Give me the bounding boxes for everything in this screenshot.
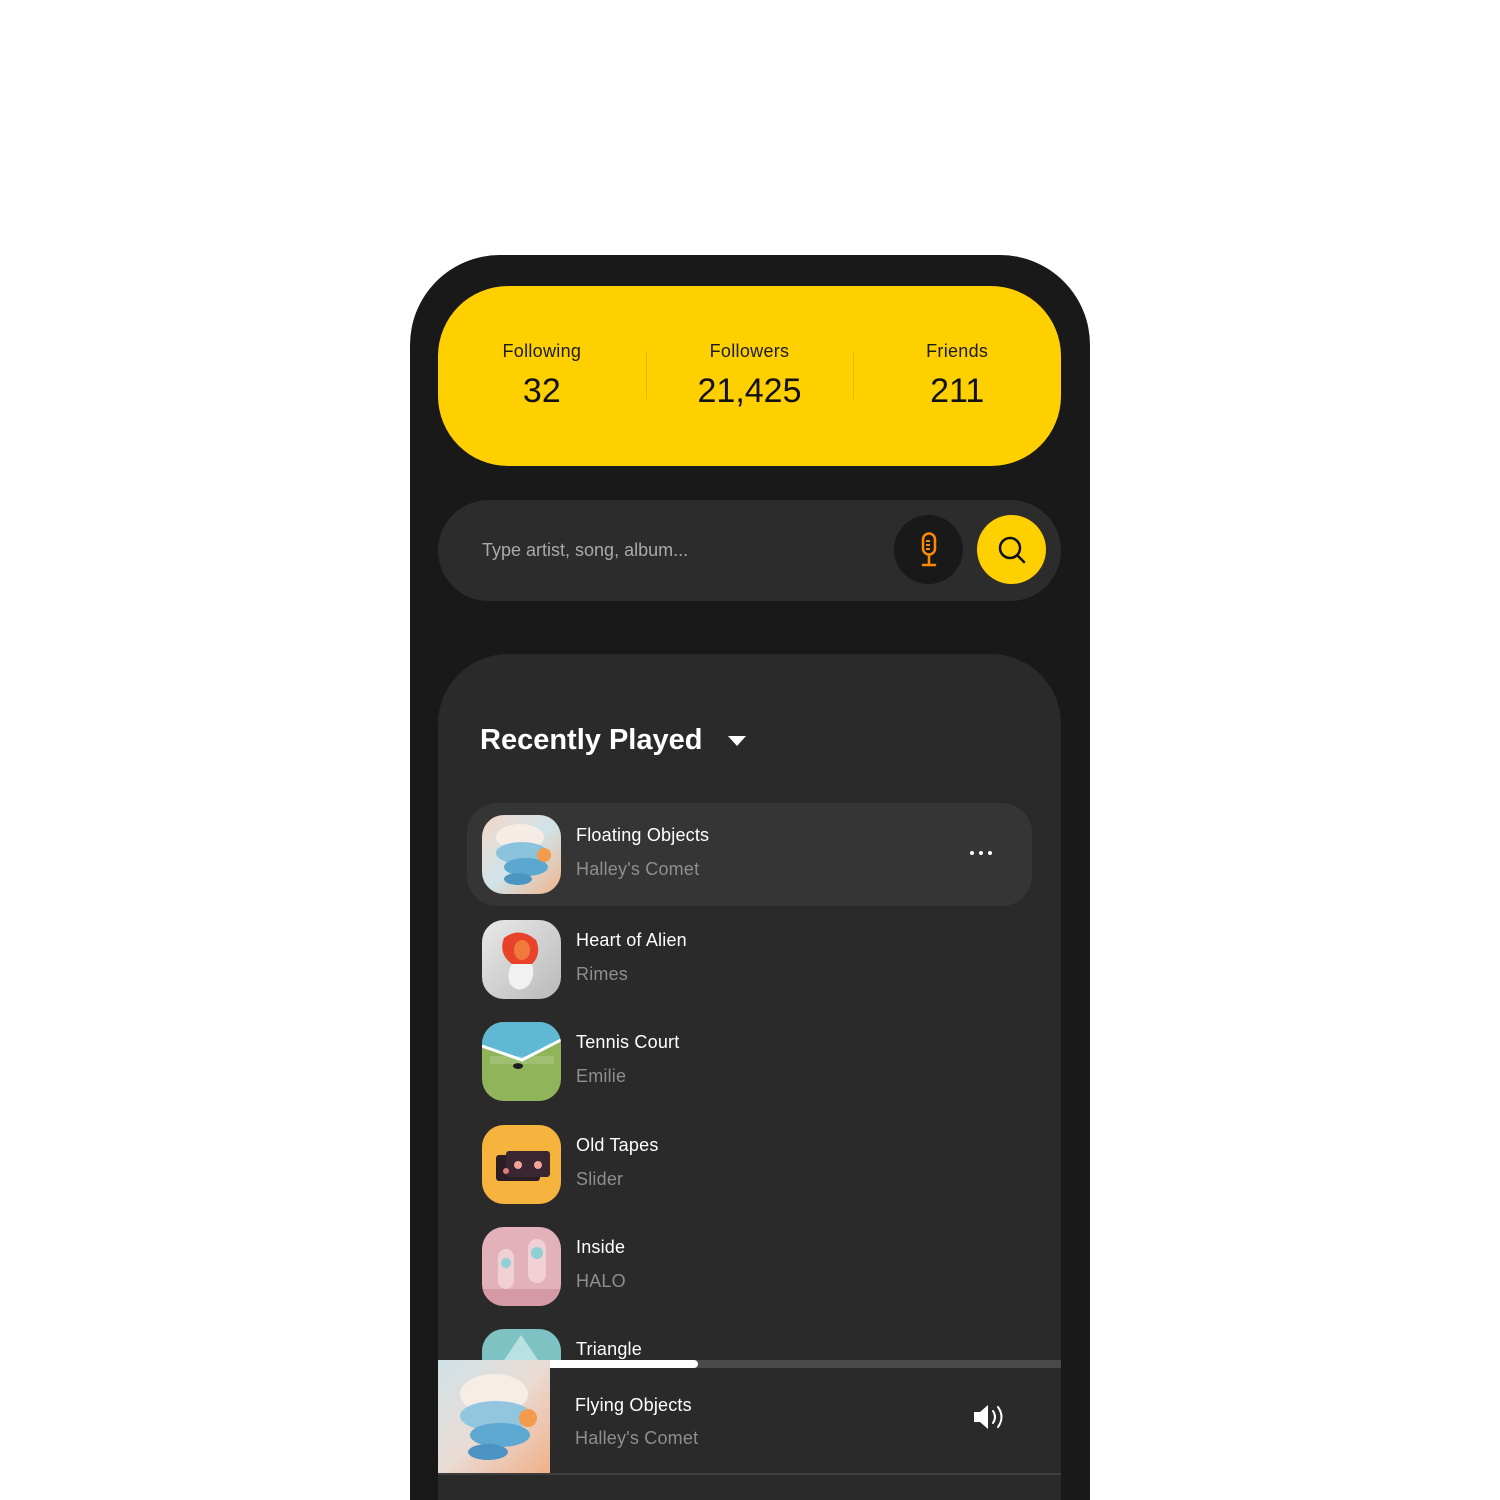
search-input[interactable] [480, 530, 884, 570]
inside-art [482, 1227, 561, 1306]
bottom-nav-area [438, 1475, 1061, 1500]
search-bar [438, 500, 1061, 601]
track-row[interactable]: Floating Objects Halley's Comet [467, 803, 1032, 906]
track-artist: Halley's Comet [576, 859, 700, 879]
now-playing-bar[interactable]: Flying Objects Halley's Comet [438, 1360, 1061, 1475]
stat-followers[interactable]: Followers 21,425 [645, 341, 854, 411]
stat-value: 21,425 [697, 372, 802, 410]
progress-fill [550, 1360, 699, 1368]
stat-friends[interactable]: Friends 211 [853, 341, 1061, 411]
track-title: Floating Objects [576, 825, 710, 845]
stat-label: Followers [709, 341, 790, 361]
volume-icon [974, 1405, 1003, 1429]
stat-label: Friends [926, 341, 989, 361]
heart-of-alien-art [482, 920, 561, 999]
now-playing-art [438, 1360, 550, 1473]
more-options-icon[interactable] [970, 851, 992, 855]
old-tapes-art [482, 1125, 561, 1204]
track-artist: Rimes [576, 964, 629, 984]
track-title: Inside [576, 1237, 626, 1257]
floating-objects-art [482, 815, 561, 894]
track-title: Old Tapes [576, 1135, 659, 1155]
track-artist: Slider [576, 1169, 624, 1189]
stat-following[interactable]: Following 32 [438, 341, 646, 411]
track-title: Heart of Alien [576, 930, 687, 950]
profile-stats-card: Following 32 Followers 21,425 Friends 21… [438, 286, 1061, 466]
track-row[interactable]: Old Tapes Slider [467, 1113, 1032, 1216]
stat-value: 211 [930, 372, 985, 410]
voice-search-button[interactable] [894, 515, 963, 584]
track-artist: Emilie [576, 1066, 627, 1086]
track-title: Triangle [576, 1339, 642, 1359]
search-button[interactable] [977, 515, 1046, 584]
section-title: Recently Played [480, 724, 703, 756]
tennis-court-art [482, 1022, 561, 1101]
now-playing-artist: Halley's Comet [575, 1428, 699, 1448]
stat-value: 32 [522, 372, 561, 410]
track-row[interactable]: Inside HALO [467, 1215, 1032, 1318]
track-row[interactable]: Heart of Alien Rimes [467, 908, 1032, 1011]
search-icon [998, 536, 1025, 563]
track-row[interactable]: Tennis Court Emilie [467, 1010, 1032, 1113]
microphone-icon [921, 531, 936, 566]
volume-button[interactable] [972, 1402, 1008, 1432]
phone-frame: Following 32 Followers 21,425 Friends 21… [410, 255, 1090, 1500]
track-title: Tennis Court [576, 1032, 680, 1052]
progress-bar[interactable] [550, 1360, 1061, 1368]
track-artist: HALO [576, 1271, 626, 1291]
stat-label: Following [502, 341, 582, 361]
now-playing-title: Flying Objects [575, 1395, 692, 1415]
recently-played-header: Recently Played [480, 724, 747, 757]
chevron-down-icon[interactable] [728, 735, 747, 746]
